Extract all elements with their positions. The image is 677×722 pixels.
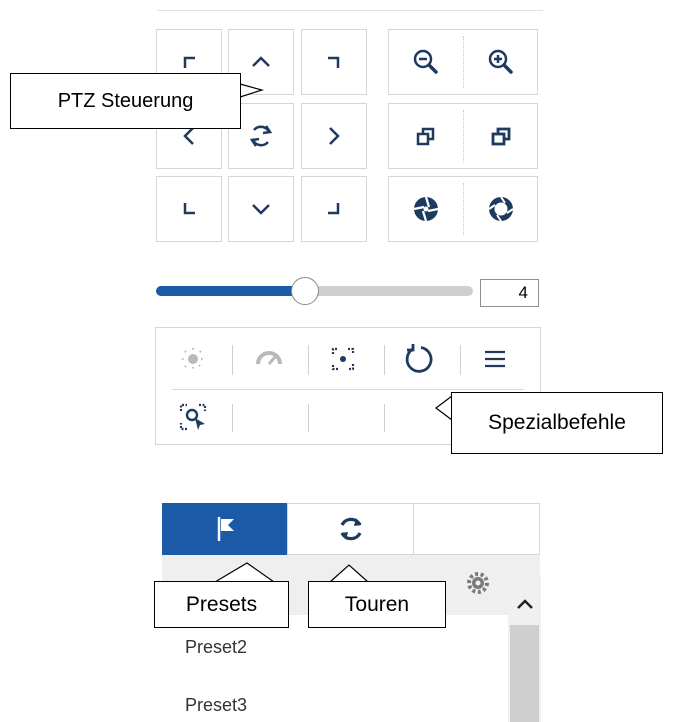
callout-tours: Touren: [308, 581, 446, 628]
callout-presets: Presets: [154, 581, 289, 628]
callout-special: Spezialbefehle: [451, 392, 663, 454]
callout-ptz: PTZ Steuerung: [10, 73, 241, 129]
